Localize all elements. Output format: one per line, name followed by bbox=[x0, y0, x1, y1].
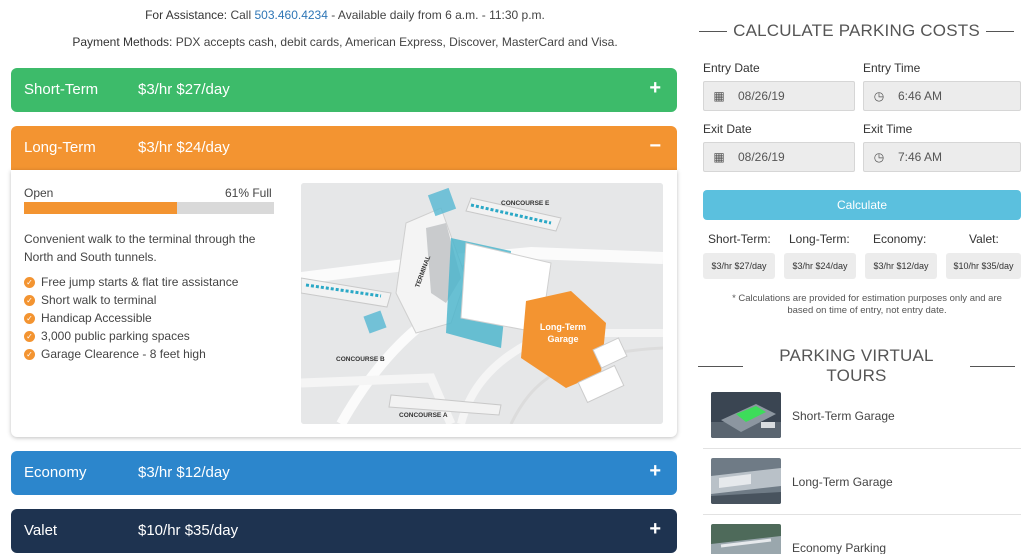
entry-date-value: 08/26/19 bbox=[738, 89, 785, 103]
exit-date-value: 08/26/19 bbox=[738, 150, 785, 164]
capacity-label: 61% Full bbox=[225, 186, 272, 200]
lot-price: $10/hr $35/day bbox=[138, 522, 239, 539]
rate-value-economy: $3/hr $12/day bbox=[865, 253, 937, 279]
entry-time-label: Entry Time bbox=[863, 61, 921, 75]
assistance-info: For Assistance: Call 503.460.4234 - Avai… bbox=[0, 8, 690, 22]
entry-date-label: Entry Date bbox=[703, 61, 760, 75]
lot-price: $3/hr $24/day bbox=[138, 139, 230, 156]
entry-date-field[interactable]: ▦ 08/26/19 bbox=[703, 81, 855, 111]
calculator-title-text: CALCULATE PARKING COSTS bbox=[733, 21, 980, 40]
expand-plus-icon[interactable]: + bbox=[649, 518, 661, 541]
garage-label-line1: Long-Term bbox=[540, 322, 586, 332]
rate-label-long-term: Long-Term: bbox=[789, 232, 850, 246]
short-term-garage-thumbnail bbox=[711, 392, 781, 438]
lot-name: Long-Term bbox=[24, 139, 96, 156]
feature-item: ✓ 3,000 public parking spaces bbox=[24, 327, 238, 345]
exit-time-value: 7:46 AM bbox=[898, 150, 943, 164]
long-term-accordion-header[interactable]: Long-Term $3/hr $24/day − bbox=[11, 126, 677, 170]
long-term-panel: Open 61% Full Convenient walk to the ter… bbox=[11, 170, 677, 437]
feature-item: ✓ Handicap Accessible bbox=[24, 309, 238, 327]
feature-item: ✓ Garage Clearence - 8 feet high bbox=[24, 345, 238, 363]
calculation-note: * Calculations are provided for estimati… bbox=[732, 293, 1002, 316]
short-term-accordion-header[interactable]: Short-Term $3/hr $27/day + bbox=[11, 68, 677, 112]
rate-label-short-term: Short-Term: bbox=[708, 232, 771, 246]
tours-title-text: PARKING VIRTUAL TOURS bbox=[779, 346, 934, 385]
tour-item-long-term[interactable]: Long-Term Garage bbox=[703, 449, 1021, 515]
calendar-icon: ▦ bbox=[713, 150, 725, 164]
lot-description: Convenient walk to the terminal through … bbox=[24, 232, 256, 264]
payment-text: PDX accepts cash, debit cards, American … bbox=[175, 35, 618, 49]
expand-plus-icon[interactable]: + bbox=[649, 77, 661, 100]
entry-time-value: 6:46 AM bbox=[898, 89, 943, 103]
airport-map-graphic: CONCOURSE E TERMINAL CONCOURSE B CONCOUR… bbox=[301, 183, 663, 424]
check-icon: ✓ bbox=[24, 330, 35, 342]
clock-icon: ◷ bbox=[873, 89, 885, 103]
hours-text: - Available daily from 6 a.m. - 11:30 p.… bbox=[331, 8, 545, 22]
calculator-title: CALCULATE PARKING COSTS bbox=[692, 21, 1021, 41]
rate-value-short-term: $3/hr $27/day bbox=[703, 253, 775, 279]
calendar-icon: ▦ bbox=[713, 89, 725, 103]
feature-item: ✓ Free jump starts & flat tire assistance bbox=[24, 273, 238, 291]
check-icon: ✓ bbox=[24, 276, 35, 288]
clock-icon: ◷ bbox=[873, 150, 885, 164]
tour-item-economy[interactable]: Economy Parking bbox=[703, 515, 1021, 554]
feature-list: ✓ Free jump starts & flat tire assistance… bbox=[24, 273, 238, 363]
exit-time-label: Exit Time bbox=[863, 122, 913, 136]
long-term-garage-thumbnail bbox=[711, 458, 781, 504]
call-text: Call bbox=[230, 8, 252, 22]
rate-value-valet: $10/hr $35/day bbox=[946, 253, 1021, 279]
payment-label: Payment Methods: bbox=[72, 35, 173, 49]
check-icon: ✓ bbox=[24, 294, 35, 306]
lot-name: Short-Term bbox=[24, 81, 99, 98]
check-icon: ✓ bbox=[24, 312, 35, 324]
title-rule bbox=[969, 365, 1015, 367]
concourse-e-label: CONCOURSE E bbox=[501, 200, 550, 207]
lot-name: Valet bbox=[24, 522, 58, 539]
tour-name: Short-Term Garage bbox=[792, 408, 895, 423]
concourse-b-label: CONCOURSE B bbox=[336, 356, 385, 363]
rate-value-long-term: $3/hr $24/day bbox=[784, 253, 856, 279]
title-rule bbox=[985, 30, 1014, 32]
check-icon: ✓ bbox=[24, 348, 35, 360]
lot-status: Open bbox=[24, 186, 54, 200]
economy-accordion-header[interactable]: Economy $3/hr $12/day + bbox=[11, 451, 677, 495]
exit-time-field[interactable]: ◷ 7:46 AM bbox=[863, 142, 1021, 172]
lot-name: Economy bbox=[24, 464, 87, 481]
tour-name: Economy Parking bbox=[792, 540, 887, 554]
garage-label-line2: Garage bbox=[547, 334, 578, 344]
rate-label-valet: Valet: bbox=[969, 232, 999, 246]
exit-date-field[interactable]: ▦ 08/26/19 bbox=[703, 142, 855, 172]
entry-time-field[interactable]: ◷ 6:46 AM bbox=[863, 81, 1021, 111]
tour-name: Long-Term Garage bbox=[792, 474, 893, 489]
title-rule bbox=[698, 365, 744, 367]
capacity-bar-fill bbox=[24, 202, 177, 214]
economy-parking-thumbnail bbox=[711, 524, 781, 554]
calculate-button[interactable]: Calculate bbox=[703, 190, 1021, 220]
lot-price: $3/hr $27/day bbox=[138, 81, 230, 98]
title-rule bbox=[699, 30, 728, 32]
expand-plus-icon[interactable]: + bbox=[649, 460, 661, 483]
assistance-label: For Assistance: bbox=[145, 8, 228, 22]
tours-title: PARKING VIRTUAL TOURS bbox=[692, 346, 1021, 386]
lot-price: $3/hr $12/day bbox=[138, 464, 230, 481]
concourse-a-label: CONCOURSE A bbox=[399, 412, 448, 419]
calculator-column: CALCULATE PARKING COSTS Entry Date Entry… bbox=[692, 0, 1021, 554]
tour-item-short-term[interactable]: Short-Term Garage bbox=[703, 383, 1021, 449]
exit-date-label: Exit Date bbox=[703, 122, 752, 136]
collapse-minus-icon[interactable]: − bbox=[649, 135, 661, 158]
valet-accordion-header[interactable]: Valet $10/hr $35/day + bbox=[11, 509, 677, 553]
phone-link[interactable]: 503.460.4234 bbox=[254, 8, 327, 22]
payment-info: Payment Methods: PDX accepts cash, debit… bbox=[0, 35, 690, 49]
parking-options-column: For Assistance: Call 503.460.4234 - Avai… bbox=[0, 0, 690, 554]
feature-item: ✓ Short walk to terminal bbox=[24, 291, 238, 309]
capacity-bar bbox=[24, 202, 274, 214]
rate-label-economy: Economy: bbox=[873, 232, 927, 246]
long-term-garage-map[interactable]: CONCOURSE E TERMINAL CONCOURSE B CONCOUR… bbox=[301, 183, 663, 424]
